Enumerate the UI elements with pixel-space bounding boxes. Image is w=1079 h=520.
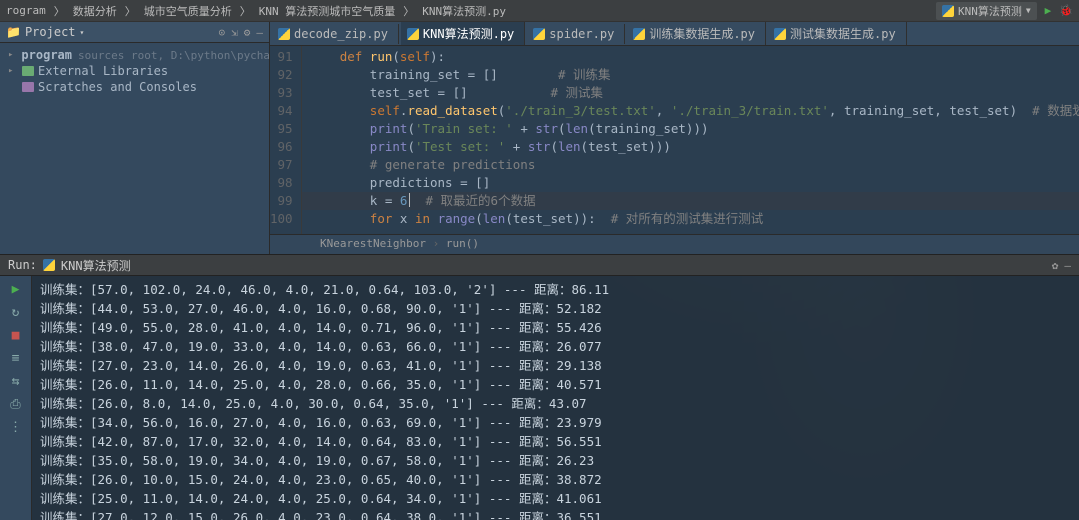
- project-title: Project: [25, 25, 76, 39]
- run-icon[interactable]: ▶: [1045, 4, 1052, 17]
- file-tab[interactable]: 训练集数据生成.py: [627, 22, 766, 45]
- breadcrumb-item[interactable]: KNearestNeighbor: [320, 237, 426, 250]
- gear-icon[interactable]: ⚙: [244, 26, 251, 39]
- file-tab[interactable]: spider.py: [527, 24, 625, 44]
- scratch-icon: [22, 82, 34, 92]
- crumb[interactable]: rogram: [6, 4, 46, 17]
- python-icon: [774, 28, 786, 40]
- python-icon: [278, 28, 290, 40]
- project-tool-window: 📁 Project ▾ ⊙ ⇲ ⚙ — ▸ program sources ro…: [0, 22, 270, 254]
- run-config-name: KNN算法预测: [61, 257, 131, 274]
- node-label: program: [21, 48, 72, 62]
- python-icon: [942, 5, 954, 17]
- navigation-breadcrumb: rogram〉 数据分析〉 城市空气质量分析〉 KNN 算法预测城市空气质量〉 …: [0, 0, 1079, 22]
- python-icon: [407, 28, 419, 40]
- tab-label: KNN算法预测.py: [423, 25, 514, 42]
- scroll-icon[interactable]: ⇆: [12, 374, 20, 389]
- restart-icon[interactable]: ↻: [12, 305, 20, 320]
- tab-label: 训练集数据生成.py: [649, 25, 755, 42]
- editor-tabs: decode_zip.py KNN算法预测.py spider.py 训练集数据…: [270, 22, 1079, 46]
- run-side-toolbar: ▶ ↻ ■ ≡ ⇆ ⎙ ⋮: [0, 276, 32, 520]
- more-icon[interactable]: ⋮: [9, 420, 22, 435]
- python-icon: [533, 28, 545, 40]
- stop-icon[interactable]: ■: [12, 328, 20, 343]
- structure-breadcrumb[interactable]: KNearestNeighbor run(): [270, 234, 1079, 254]
- code-editor[interactable]: 919293949596979899100 def run(self): tra…: [270, 46, 1079, 234]
- gear-icon[interactable]: ✿: [1052, 259, 1059, 272]
- debug-icon[interactable]: 🐞: [1059, 4, 1073, 17]
- tree-node-ext-libs[interactable]: ▸ External Libraries: [6, 63, 269, 79]
- crumb[interactable]: KNN算法预测.py: [422, 3, 506, 19]
- tree-node-scratches[interactable]: Scratches and Consoles: [6, 79, 269, 95]
- print-icon[interactable]: ⎙: [10, 397, 20, 412]
- python-icon: [633, 28, 645, 40]
- library-icon: [22, 66, 34, 76]
- layout-icon[interactable]: ≡: [12, 351, 20, 366]
- rerun-icon[interactable]: ▶: [12, 282, 20, 297]
- crumb[interactable]: 城市空气质量分析: [144, 3, 232, 19]
- tab-label: spider.py: [549, 27, 614, 41]
- node-label: Scratches and Consoles: [38, 80, 197, 94]
- hide-icon[interactable]: —: [256, 26, 263, 39]
- file-tab[interactable]: KNN算法预测.py: [401, 22, 525, 45]
- run-config-selector[interactable]: KNN算法预测 ▼: [936, 2, 1037, 20]
- node-hint: sources root, D:\python\pycharm2020\prog…: [78, 49, 269, 62]
- line-gutter: 919293949596979899100: [270, 46, 302, 234]
- console-output[interactable]: 训练集：[57.0, 102.0, 24.0, 46.0, 4.0, 21.0,…: [32, 276, 1079, 520]
- file-tab[interactable]: decode_zip.py: [272, 24, 399, 44]
- chevron-down-icon: ▼: [1026, 6, 1031, 15]
- project-panel-header[interactable]: 📁 Project ▾ ⊙ ⇲ ⚙ —: [0, 22, 269, 43]
- run-config-label: KNN算法预测: [958, 3, 1022, 19]
- breadcrumb-item[interactable]: run(): [433, 237, 479, 250]
- tree-node-program[interactable]: ▸ program sources root, D:\python\pychar…: [6, 47, 269, 63]
- file-tab[interactable]: 测试集数据生成.py: [768, 22, 907, 45]
- crumb[interactable]: 数据分析: [73, 3, 117, 19]
- settings-icon[interactable]: ⊙: [219, 26, 226, 39]
- code-content[interactable]: def run(self): training_set = [] # 训练集 t…: [302, 46, 1079, 234]
- crumb[interactable]: KNN 算法预测城市空气质量: [259, 3, 396, 19]
- run-tool-header[interactable]: Run: KNN算法预测 ✿ —: [0, 254, 1079, 276]
- node-label: External Libraries: [38, 64, 168, 78]
- python-icon: [43, 259, 55, 271]
- collapse-icon[interactable]: ⇲: [231, 26, 238, 39]
- chevron-down-icon: ▾: [80, 28, 85, 37]
- tab-label: decode_zip.py: [294, 27, 388, 41]
- hide-icon[interactable]: —: [1064, 259, 1071, 272]
- tab-label: 测试集数据生成.py: [790, 25, 896, 42]
- run-label: Run:: [8, 258, 37, 272]
